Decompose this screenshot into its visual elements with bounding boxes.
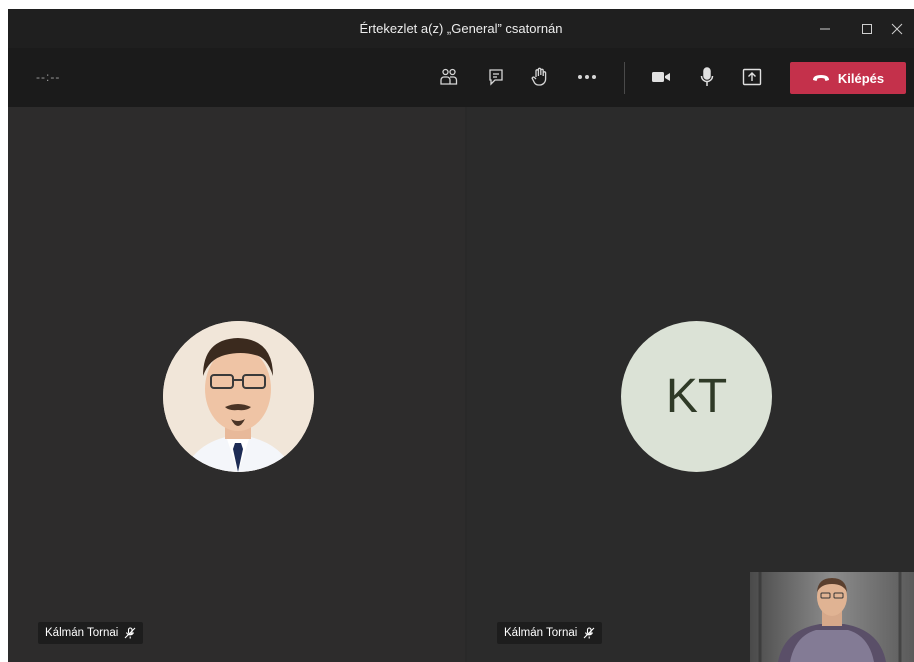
profile-photo-icon [163, 321, 314, 472]
mic-muted-icon [124, 627, 136, 639]
participant-name: Kálmán Tornai [45, 627, 119, 639]
show-chat-button[interactable] [479, 60, 513, 94]
participant-name-tag: Kálmán Tornai [38, 622, 144, 644]
meeting-toolbar: --:-- Kilépés [8, 48, 914, 107]
close-icon [891, 23, 903, 34]
raise-hand-icon [531, 67, 547, 86]
more-actions-button[interactable] [570, 60, 604, 94]
teams-meeting-window: Értekezlet a(z) „General” csatornán --:-… [8, 9, 914, 662]
chat-icon [489, 69, 503, 86]
maximize-button[interactable] [850, 9, 884, 48]
camera-icon [652, 72, 670, 82]
self-video-feed-icon [750, 572, 914, 662]
leave-meeting-button[interactable]: Kilépés [790, 62, 906, 94]
show-participants-button[interactable] [432, 60, 466, 94]
participant-name-tag: Kálmán Tornai [497, 622, 603, 644]
meeting-timer: --:-- [36, 70, 61, 84]
share-screen-icon [742, 68, 762, 86]
title-bar: Értekezlet a(z) „General” csatornán [8, 9, 914, 48]
raise-hand-button[interactable] [523, 60, 557, 94]
participant-avatar-initials: KT [621, 321, 772, 472]
camera-toggle-button[interactable] [644, 60, 678, 94]
microphone-icon [700, 67, 714, 86]
self-video-preview[interactable] [750, 572, 914, 662]
participant-tile[interactable]: Kálmán Tornai [8, 107, 465, 662]
minimize-icon [820, 28, 830, 29]
toolbar-divider [624, 62, 625, 94]
minimize-button[interactable] [808, 9, 842, 48]
mic-muted-icon [583, 627, 595, 639]
participant-avatar-photo [163, 321, 314, 472]
participants-icon [440, 68, 458, 85]
share-screen-button[interactable] [735, 60, 769, 94]
window-title: Értekezlet a(z) „General” csatornán [359, 21, 563, 36]
more-options-icon [578, 75, 596, 79]
hang-up-icon [812, 75, 829, 81]
participant-name: Kálmán Tornai [504, 627, 578, 639]
microphone-toggle-button[interactable] [690, 60, 724, 94]
close-button[interactable] [880, 9, 914, 48]
maximize-icon [862, 23, 872, 34]
leave-label: Kilépés [837, 70, 885, 86]
